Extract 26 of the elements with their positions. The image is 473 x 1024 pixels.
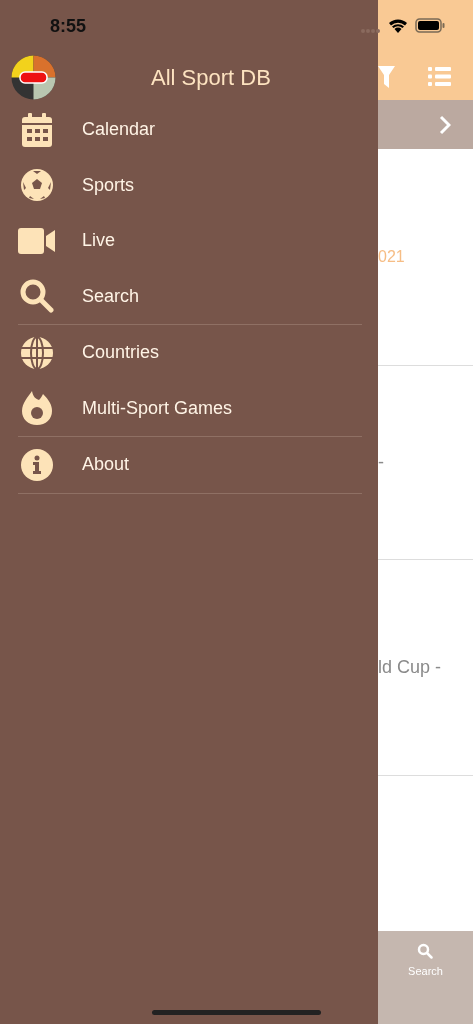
app-logo-icon	[11, 54, 56, 100]
menu-item[interactable]: Sports	[18, 157, 362, 213]
list-row-text: -	[378, 451, 384, 474]
menu-item[interactable]: Search	[18, 268, 362, 324]
soccer-ball-icon	[21, 169, 53, 202]
flame-icon	[22, 391, 52, 426]
list-icon[interactable]	[428, 67, 451, 86]
globe-icon	[21, 336, 53, 369]
menu-item[interactable]: Countries	[18, 325, 362, 381]
search-icon	[20, 279, 54, 314]
wifi-icon	[388, 18, 408, 33]
menu-item[interactable]: Multi-Sport Games	[18, 380, 362, 436]
menu-item[interactable]: About	[18, 437, 362, 493]
list-row-text: 021	[378, 247, 405, 267]
app-title: All Sport DB	[151, 63, 271, 92]
list-row-text: ld Cup -	[378, 656, 442, 679]
battery-icon	[415, 18, 445, 33]
video-camera-icon	[18, 227, 56, 254]
clock-time: 8:55	[50, 14, 87, 38]
info-icon	[21, 448, 53, 481]
menu-item[interactable]: Live	[18, 213, 362, 269]
menu-item[interactable]: Calendar	[18, 102, 362, 158]
calendar-icon	[22, 112, 52, 147]
search-icon	[417, 943, 434, 959]
cellular-signal-icon	[360, 28, 380, 34]
chevron-right-icon[interactable]	[439, 114, 451, 135]
